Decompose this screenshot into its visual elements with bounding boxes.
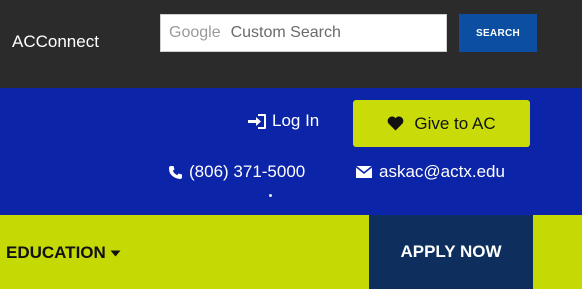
acconnect-link[interactable]: ACConnect bbox=[12, 32, 99, 52]
decorative-dot bbox=[269, 194, 272, 197]
search-placeholder: Custom Search bbox=[230, 24, 341, 41]
give-label: Give to AC bbox=[414, 113, 496, 133]
email-address: askac@actx.edu bbox=[379, 162, 505, 181]
main-nav: EDUCATION APPLY NOW bbox=[0, 215, 582, 289]
phone-link[interactable]: (806) 371-5000 bbox=[168, 162, 305, 182]
give-to-ac-button[interactable]: Give to AC bbox=[353, 100, 530, 147]
email-link[interactable]: askac@actx.edu bbox=[355, 162, 505, 182]
top-bar: ACConnect Google Custom Search SEARCH bbox=[0, 0, 582, 88]
phone-number: (806) 371-5000 bbox=[189, 162, 306, 181]
search-button[interactable]: SEARCH bbox=[459, 14, 537, 52]
heart-icon bbox=[388, 116, 404, 131]
apply-now-button[interactable]: APPLY NOW bbox=[369, 215, 533, 289]
login-label: Log In bbox=[272, 111, 320, 130]
google-label: Google bbox=[169, 24, 221, 41]
education-label: EDUCATION bbox=[6, 243, 106, 262]
envelope-icon bbox=[355, 165, 373, 178]
sign-in-icon bbox=[248, 113, 266, 129]
utility-bar: Log In Give to AC (806) 371-5000 askac@a… bbox=[0, 88, 582, 215]
caret-down-icon bbox=[110, 250, 121, 256]
education-menu[interactable]: EDUCATION bbox=[6, 243, 121, 263]
search-input[interactable]: Google Custom Search bbox=[160, 14, 447, 52]
login-link[interactable]: Log In bbox=[247, 111, 319, 131]
phone-icon bbox=[169, 165, 182, 179]
